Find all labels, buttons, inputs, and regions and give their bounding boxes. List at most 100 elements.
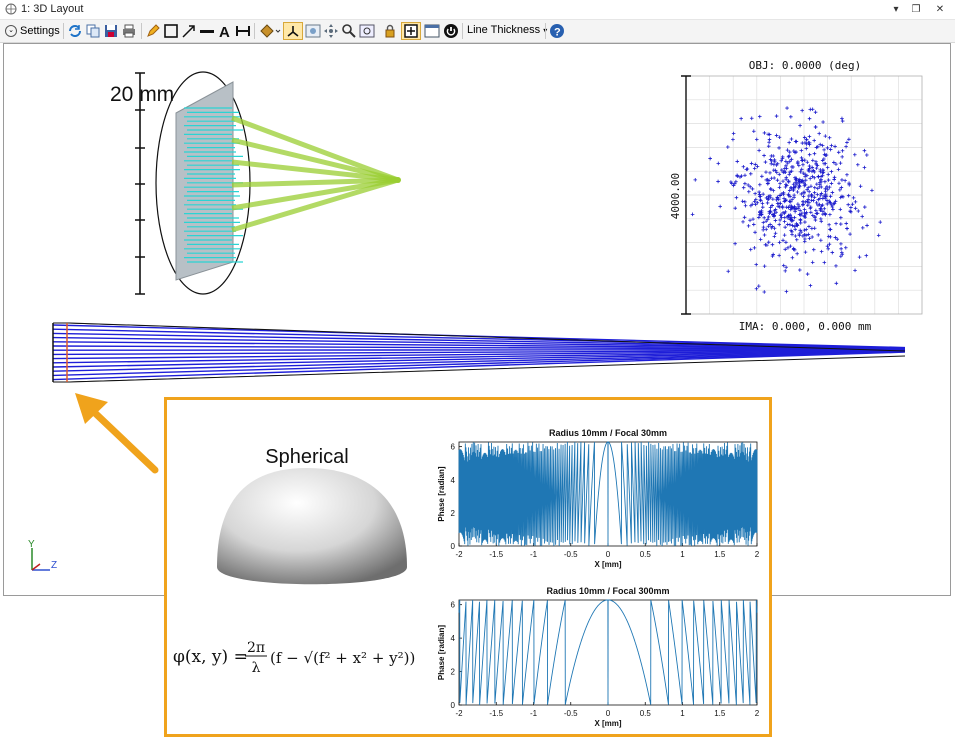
spot-point: [810, 226, 814, 231]
dome-illustration: [217, 468, 407, 585]
spot-point: [800, 108, 804, 113]
spot-point: [865, 223, 869, 228]
spot-point: [772, 234, 777, 239]
axis-triad: Y Z: [28, 539, 57, 571]
spot-point: [853, 152, 857, 157]
x-tick-label: 2: [755, 550, 760, 559]
spot-point: [853, 206, 858, 211]
inset-panel: Spherical φ(x, y) = 2π λ (f − √(f² + x² …: [164, 397, 772, 737]
spot-point: [767, 137, 772, 142]
spot-point: [836, 150, 841, 155]
spot-point: [772, 226, 777, 231]
spot-point: [829, 181, 834, 186]
spot-point: [748, 185, 752, 189]
inset-graphics: Spherical φ(x, y) = 2π λ (f − √(f² + x² …: [173, 428, 760, 728]
spot-point: [757, 148, 761, 153]
spot-point: [840, 178, 844, 182]
x-tick-label: -0.5: [564, 550, 578, 559]
spot-point: [785, 161, 790, 165]
spot-point: [840, 155, 844, 159]
spot-point: [812, 151, 817, 156]
spot-point: [816, 175, 821, 179]
y-tick-label: 4: [451, 476, 456, 485]
spot-point: [795, 190, 800, 194]
spot-point: [825, 146, 830, 150]
spot-point: [758, 237, 763, 242]
spot-point: [812, 138, 816, 143]
x-tick-label: -1: [530, 550, 538, 559]
spot-point: [762, 290, 767, 294]
spot-point: [784, 177, 788, 181]
spot-point: [801, 202, 806, 207]
x-tick-label: 1: [680, 550, 685, 559]
spot-point: [814, 208, 818, 213]
spot-point: [758, 198, 763, 202]
focal-point: [395, 177, 401, 183]
spot-point: [800, 158, 804, 163]
spot-point: [853, 268, 857, 273]
spot-point: [741, 185, 746, 190]
spot-diagram: OBJ: 0.0000 (deg) 4000.00 IMA: 0.000, 0.…: [669, 59, 923, 333]
spot-point: [863, 205, 867, 209]
spot-point: [825, 244, 830, 248]
phase-chart-focal-30: Radius 10mm / Focal 30mm -2 -1.5 -1 -0.5 0 0.5…: [437, 428, 760, 569]
spot-point: [845, 140, 849, 145]
spot-point: [718, 204, 722, 209]
spot-point: [858, 184, 863, 189]
x-axis-label: X [mm]: [594, 560, 621, 569]
spot-point: [790, 255, 795, 260]
spot-point: [812, 185, 817, 190]
y-tick-label: 2: [451, 509, 456, 518]
spot-point: [792, 195, 796, 200]
spot-point: [860, 226, 865, 230]
spot-point: [798, 123, 802, 128]
spot-point: [853, 200, 858, 204]
spot-point: [743, 200, 747, 204]
spot-point: [743, 173, 747, 178]
spot-point: [784, 159, 788, 164]
spot-point: [810, 107, 815, 112]
spot-point: [813, 125, 818, 129]
scale-bar: [135, 72, 145, 295]
spot-point: [819, 249, 824, 254]
spot-point: [798, 217, 803, 222]
spot-point: [798, 208, 802, 213]
spot-point: [754, 137, 759, 142]
spot-point: [771, 197, 775, 201]
spot-point: [840, 148, 845, 153]
spot-point: [807, 189, 811, 194]
spot-point: [693, 178, 698, 182]
spot-point: [834, 221, 838, 226]
spot-point: [862, 165, 867, 170]
spot-point: [811, 198, 816, 203]
spot-point: [828, 227, 832, 232]
annotation-arrow: [75, 393, 159, 474]
spot-point: [836, 167, 841, 172]
spot-point: [828, 212, 832, 217]
spot-point: [690, 212, 695, 217]
spot-point: [774, 114, 779, 118]
spot-point: [807, 224, 811, 229]
spot-point: [807, 152, 812, 157]
spot-point: [766, 224, 771, 229]
y-tick-label: 6: [451, 443, 456, 452]
lens-plate: [175, 81, 234, 281]
spot-point: [849, 205, 853, 210]
spot-point: [840, 116, 844, 121]
spot-point: [802, 228, 807, 232]
spot-point: [775, 178, 780, 182]
x-tick-label: -0.5: [564, 709, 578, 718]
spot-point: [754, 262, 759, 267]
spot-point: [788, 244, 793, 248]
spot-point: [817, 131, 822, 136]
spot-point: [846, 193, 851, 198]
spot-point: [777, 240, 782, 245]
spot-point: [784, 265, 788, 270]
spot-point: [741, 220, 745, 224]
axis-z-label: Z: [51, 560, 57, 571]
chart-title: Radius 10mm / Focal 300mm: [546, 586, 669, 596]
spot-point: [753, 230, 757, 235]
formula-denominator: λ: [252, 660, 261, 676]
spot-point: [815, 182, 819, 186]
spot-point: [811, 158, 815, 163]
